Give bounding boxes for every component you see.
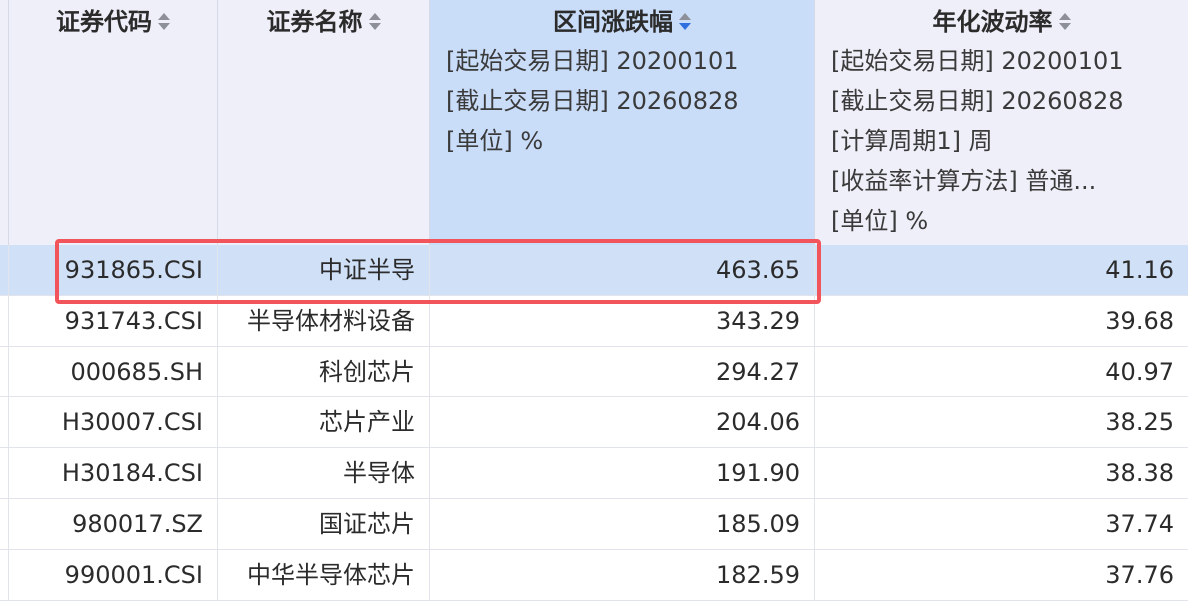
table-row[interactable]: 000685.SH 科创芯片 294.27 40.97 [0,346,1188,398]
row-gutter [0,448,9,498]
sort-desc-icon[interactable] [679,12,691,32]
cell-change: 204.06 [430,397,815,448]
param-period: [计算周期1] 周 [831,127,993,155]
cell-name: 中华半导体芯片 [218,549,430,600]
row-gutter [0,549,9,600]
header-title: 区间涨跌幅 [553,8,673,36]
table-row[interactable]: H30184.CSI 半导体 191.90 38.38 [0,448,1188,499]
row-gutter [0,397,9,448]
table-row[interactable]: H30007.CSI 芯片产业 204.06 38.25 [0,397,1188,449]
row-gutter [0,498,9,549]
cell-name: 中证半导 [218,245,430,295]
cell-change: 182.59 [430,549,815,600]
row-gutter [0,346,9,397]
cell-code: 990001.CSI [9,549,218,600]
cell-code: H30007.CSI [9,397,218,448]
cell-code: 000685.SH [9,346,218,397]
param-unit: [单位] % [831,207,929,235]
table-row[interactable]: 990001.CSI 中华半导体芯片 182.59 37.76 [0,549,1188,601]
cell-name: 半导体材料设备 [218,295,430,346]
header-security-name[interactable]: 证券名称 [218,0,430,245]
table-header: 证券代码 证券名称 区间涨跌幅 [起始交易日期] 20200101 [截止交易日… [0,0,1188,246]
cell-volatility: 37.76 [1105,560,1174,589]
cell-name: 芯片产业 [218,397,430,448]
param-start-date: [起始交易日期] 20200101 [831,47,1124,75]
cell-name: 科创芯片 [218,346,430,397]
cell-name: 半导体 [218,448,430,498]
cell-volatility: 37.74 [1105,509,1174,538]
param-start-date: [起始交易日期] 20200101 [446,47,739,75]
header-security-code[interactable]: 证券代码 [9,0,218,245]
cell-volatility: 38.38 [1105,459,1174,488]
header-params: [起始交易日期] 20200101 [截止交易日期] 20260828 [计算周… [831,41,1182,241]
cell-change: 185.09 [430,498,815,549]
cell-change: 463.65 [430,245,815,295]
cell-change: 191.90 [430,448,815,498]
header-params: [起始交易日期] 20200101 [截止交易日期] 20260828 [单位]… [446,41,808,161]
header-title: 证券名称 [266,8,363,36]
header-annual-volatility[interactable]: 年化波动率 [起始交易日期] 20200101 [截止交易日期] 2026082… [815,0,1188,245]
table-row[interactable]: 931743.CSI 半导体材料设备 343.29 39.68 [0,295,1188,347]
cell-code: 931743.CSI [9,295,218,346]
cell-volatility: 40.97 [1105,357,1174,386]
header-period-change[interactable]: 区间涨跌幅 [起始交易日期] 20200101 [截止交易日期] 2026082… [430,0,815,245]
cell-change: 294.27 [430,346,815,397]
cell-volatility: 38.25 [1105,408,1174,437]
header-row-gutter [0,0,9,245]
row-gutter [0,295,9,346]
table-body: 931865.CSI 中证半导 463.65 41.16 931743.CSI … [0,245,1188,601]
sort-icon[interactable] [158,12,170,32]
param-unit: [单位] % [446,127,544,155]
sort-icon[interactable] [368,12,381,32]
row-gutter [0,245,9,295]
param-end-date: [截止交易日期] 20260828 [831,87,1124,115]
header-title: 证券代码 [56,8,152,36]
param-end-date: [截止交易日期] 20260828 [446,87,739,115]
sort-icon[interactable] [1058,12,1071,32]
cell-change: 343.29 [430,295,815,346]
param-return-method: [收益率计算方法] 普通... [831,167,1097,195]
table-row[interactable]: 980017.SZ 国证芯片 185.09 37.74 [0,498,1188,550]
cell-name: 国证芯片 [218,498,430,549]
cell-volatility: 39.68 [1105,306,1174,335]
header-title: 年化波动率 [932,8,1053,36]
cell-code: 980017.SZ [9,498,218,549]
table-row[interactable]: 931865.CSI 中证半导 463.65 41.16 [0,245,1188,296]
cell-volatility: 41.16 [1105,256,1174,284]
data-grid: 证券代码 证券名称 区间涨跌幅 [起始交易日期] 20200101 [截止交易日… [0,0,1188,608]
cell-code: 931865.CSI [9,245,218,295]
cell-code: H30184.CSI [9,448,218,498]
